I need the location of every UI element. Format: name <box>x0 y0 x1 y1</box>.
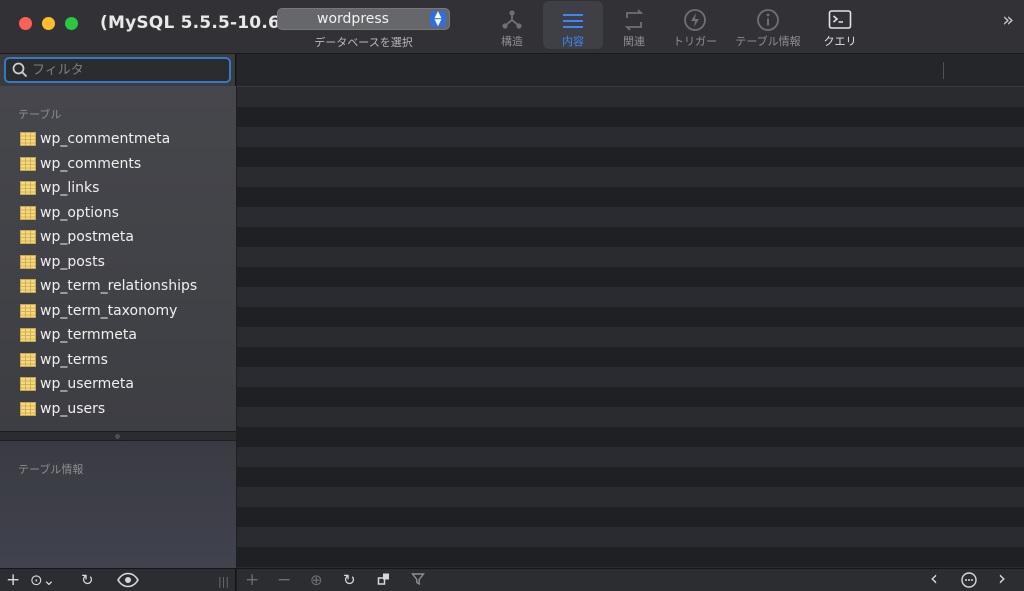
table-list-item[interactable]: wp_comments <box>0 153 236 178</box>
remove-row-button[interactable]: − <box>277 572 291 589</box>
table-list: wp_commentmeta wp_comments wp_links wp_opti… <box>0 128 236 422</box>
terminal-icon <box>828 10 852 29</box>
table-header-row <box>237 54 1024 87</box>
table-list-item[interactable]: wp_users <box>0 398 236 423</box>
column-separator[interactable] <box>943 62 944 79</box>
toolbar-overflow-button[interactable]: » <box>1002 9 1014 31</box>
relations-icon <box>624 9 644 31</box>
table-icon <box>20 328 36 342</box>
table-info-pane: テーブル情報 <box>0 441 236 568</box>
table-icon <box>20 156 36 171</box>
filter-input[interactable] <box>32 61 222 79</box>
minimize-window-button[interactable] <box>42 17 55 30</box>
add-table-button[interactable]: + <box>6 572 20 589</box>
toolbar-relations-label: 関連 <box>623 35 645 48</box>
previous-page-button[interactable]: ‹ <box>930 568 938 588</box>
table-name: wp_posts <box>40 253 105 270</box>
table-icon <box>20 352 36 367</box>
tables-section-label: テーブル <box>18 108 62 121</box>
toolbar-triggers-label: トリガー <box>673 35 717 48</box>
table-name: wp_term_relationships <box>40 278 198 294</box>
toolbar-table-info-label: テーブル情報 <box>735 35 801 48</box>
table-name: wp_terms <box>40 351 108 368</box>
table-icon <box>20 205 36 220</box>
add-row-button[interactable]: + <box>245 572 259 589</box>
toolbar-triggers-button[interactable]: トリガー <box>665 0 725 54</box>
more-options-button[interactable]: ⊙⌄ <box>30 572 55 588</box>
structure-icon <box>502 10 522 29</box>
chevron-updown-icon: ▲ ▼ <box>430 11 446 28</box>
table-list-item[interactable]: wp_termmeta <box>0 324 236 349</box>
table-list-item[interactable]: wp_terms <box>0 349 236 374</box>
table-rows[interactable] <box>237 87 1024 568</box>
info-icon <box>757 9 779 31</box>
table-icon <box>20 279 36 293</box>
filter-icon[interactable] <box>411 572 425 589</box>
toolbar-content-button[interactable]: 内容 <box>543 1 603 49</box>
bolt-icon <box>684 9 706 31</box>
content-bottom-bar: + − ⊕ ↻ ‹ › <box>237 568 1024 591</box>
toolbar-table-info-button[interactable]: テーブル情報 <box>726 0 810 54</box>
table-list-item[interactable]: wp_posts <box>0 251 236 276</box>
table-name: wp_options <box>40 204 119 221</box>
table-name: wp_comments <box>40 155 142 172</box>
table-list-item[interactable]: wp_usermeta <box>0 373 236 398</box>
toolbar-query-button[interactable]: クエリ <box>811 0 869 54</box>
table-list-item[interactable]: wp_options <box>0 202 236 227</box>
eye-icon[interactable] <box>117 572 139 591</box>
sidebar-splitter[interactable] <box>0 431 236 441</box>
table-name: wp_links <box>40 180 100 196</box>
filter-field[interactable] <box>4 57 231 83</box>
table-name: wp_commentmeta <box>40 131 171 147</box>
expand-icon[interactable] <box>377 572 391 589</box>
table-icon <box>20 401 36 416</box>
table-name: wp_postmeta <box>40 229 134 245</box>
window-title: (MySQL 5.5.5-10.6.... <box>100 13 307 33</box>
table-info-section-label: テーブル情報 <box>18 463 84 476</box>
database-select[interactable]: wordpress ▲ ▼ <box>277 8 450 30</box>
table-list-item[interactable]: wp_commentmeta <box>0 128 236 153</box>
table-list-item[interactable]: wp_links <box>0 177 236 202</box>
database-select-value: wordpress <box>317 11 389 27</box>
table-icon <box>20 181 36 195</box>
database-select-caption: データベースを選択 <box>314 36 413 49</box>
table-name: wp_term_taxonomy <box>40 302 178 319</box>
content-area <box>237 54 1024 568</box>
table-icon <box>20 377 36 391</box>
table-list-item[interactable]: wp_term_relationships <box>0 275 236 300</box>
refresh-content-button[interactable]: ↻ <box>343 572 356 588</box>
resize-handle-icon[interactable]: ||| <box>218 574 229 590</box>
toolbar-relations-button[interactable]: 関連 <box>604 0 664 54</box>
toolbar-structure-button[interactable]: 構造 <box>482 0 542 54</box>
toolbar-structure-label: 構造 <box>501 35 523 48</box>
page-options-icon[interactable] <box>961 572 977 591</box>
duplicate-row-button[interactable]: ⊕ <box>310 572 323 588</box>
table-name: wp_usermeta <box>40 376 134 392</box>
table-icon <box>20 132 36 146</box>
splitter-handle <box>115 434 120 439</box>
next-page-button[interactable]: › <box>998 568 1006 588</box>
search-icon <box>12 62 28 78</box>
list-icon <box>563 14 583 28</box>
refresh-tables-button[interactable]: ↻ <box>81 572 94 588</box>
table-list-item[interactable]: wp_term_taxonomy <box>0 300 236 325</box>
maximize-window-button[interactable] <box>65 17 78 30</box>
sidebar: テーブル wp_commentmetawp_commentswp_linkswp… <box>0 54 236 568</box>
title-bar: (MySQL 5.5.5-10.6.... wordpress ▲ ▼ データベー… <box>0 0 1024 54</box>
table-name: wp_termmeta <box>40 327 137 343</box>
close-window-button[interactable] <box>19 17 32 30</box>
sidebar-bottom-bar: + ⊙⌄ ↻ ||| <box>0 568 236 591</box>
table-icon <box>20 230 36 244</box>
table-list-item[interactable]: wp_postmeta <box>0 226 236 251</box>
toolbar-query-label: クエリ <box>823 35 857 48</box>
toolbar-content-label: 内容 <box>562 35 584 48</box>
table-name: wp_users <box>40 400 106 417</box>
table-icon <box>20 254 36 269</box>
table-icon <box>20 303 36 318</box>
